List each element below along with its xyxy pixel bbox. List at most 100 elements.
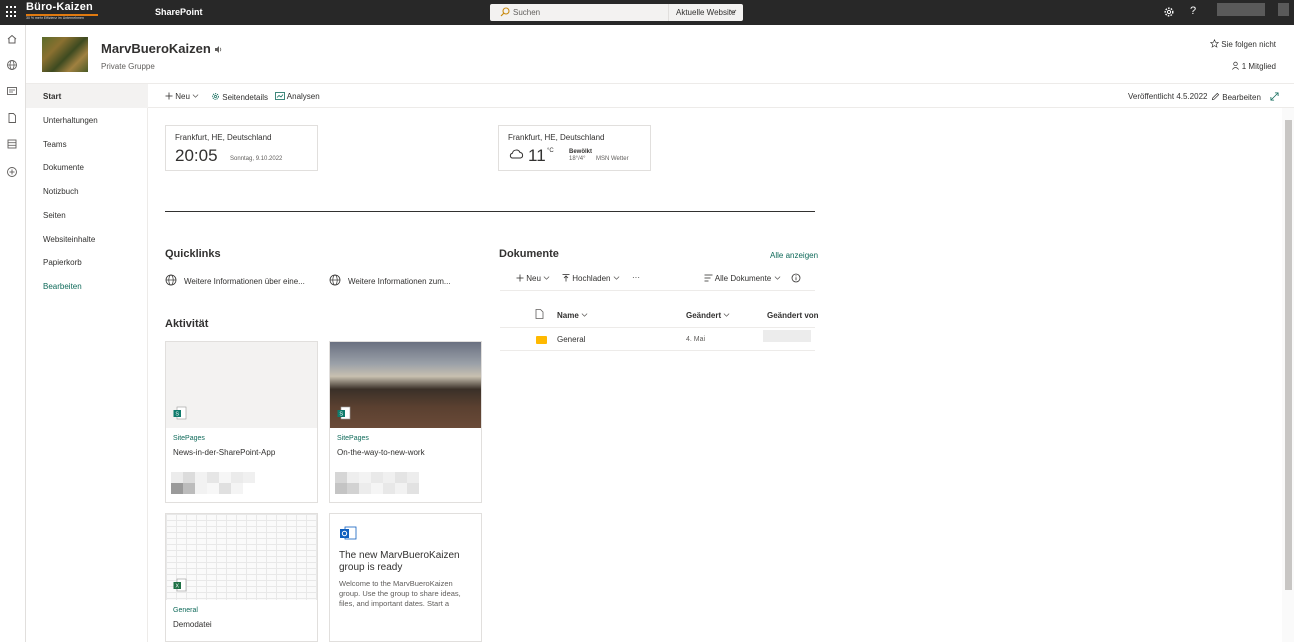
app-name-link[interactable]: SharePoint: [155, 7, 203, 17]
home-icon[interactable]: [6, 33, 18, 45]
card-people-redacted: [171, 472, 255, 495]
doc-row-divider: [500, 350, 815, 351]
document-icon[interactable]: [6, 112, 18, 124]
nav-item-websiteinhalte[interactable]: Websiteinhalte: [26, 227, 148, 251]
new-label: Neu: [175, 92, 190, 101]
column-header-modified[interactable]: Geändert: [686, 311, 730, 320]
nav-item-start[interactable]: Start: [26, 84, 148, 108]
weather-source-link[interactable]: MSN Wetter: [596, 156, 629, 162]
members-button[interactable]: 1 Mitglied: [1231, 61, 1276, 71]
card-photo: [330, 342, 481, 428]
site-title[interactable]: MarvBueroKaizen: [101, 41, 223, 56]
search-scope-dropdown[interactable]: Aktuelle Website: [668, 4, 743, 21]
globe-icon: [329, 274, 341, 286]
see-all-link[interactable]: Alle anzeigen: [770, 251, 818, 260]
nav-edit-link[interactable]: Bearbeiten: [26, 274, 148, 298]
nav-item-seiten[interactable]: Seiten: [26, 203, 148, 227]
more-options-button[interactable]: ···: [632, 273, 640, 282]
plus-icon: [516, 274, 524, 282]
page-details-button[interactable]: Seitendetails: [211, 92, 268, 102]
activity-title: Aktivität: [165, 318, 209, 330]
nav-item-papierkorb[interactable]: Papierkorb: [26, 250, 148, 274]
card-title: On-the-way-to-new-work: [337, 448, 425, 457]
activity-card[interactable]: S SitePages On-the-way-to-new-work: [329, 341, 482, 503]
page-canvas: Frankfurt, HE, Deutschland 20:05 Sonntag…: [148, 108, 1282, 642]
document-name-link[interactable]: General: [557, 335, 585, 344]
globe-icon[interactable]: [6, 59, 18, 71]
analytics-icon: [275, 92, 285, 100]
file-type-icon: [535, 309, 544, 319]
search-input[interactable]: Suchen: [513, 8, 540, 17]
search-box[interactable]: Suchen Aktuelle Website: [490, 4, 743, 21]
nav-item-dokumente[interactable]: Dokumente: [26, 155, 148, 179]
card-thumbnail: [166, 342, 317, 428]
site-title-text: MarvBueroKaizen: [101, 41, 211, 56]
settings-gear-icon[interactable]: [1163, 6, 1175, 18]
avatar[interactable]: [1278, 3, 1289, 16]
new-menu-button[interactable]: Neu: [165, 92, 199, 101]
app-launcher-icon[interactable]: [6, 6, 18, 18]
page-details-label: Seitendetails: [222, 93, 269, 102]
spreadsheet-thumbnail: [166, 514, 317, 600]
company-logo[interactable]: Büro-Kaizen 30 % mehr Effizienz im Unter…: [26, 2, 101, 22]
weather-location: Frankfurt, HE, Deutschland: [508, 133, 605, 142]
view-list-icon: [704, 274, 713, 282]
card-people-redacted: [335, 472, 419, 495]
gear-icon: [212, 93, 219, 100]
column-header-name[interactable]: Name: [557, 311, 588, 320]
doc-new-button[interactable]: Neu: [516, 274, 550, 283]
analytics-button[interactable]: Analysen: [275, 92, 320, 101]
svg-text:X: X: [175, 584, 179, 590]
nav-item-unterhaltungen[interactable]: Unterhaltungen: [26, 108, 148, 132]
svg-text:S: S: [339, 412, 343, 418]
members-label: 1 Mitglied: [1241, 62, 1276, 71]
logo-tagline: 30 % mehr Effizienz im Unternehmen: [26, 16, 84, 20]
activity-card[interactable]: X General Demodatei: [165, 513, 318, 642]
account-name-redacted[interactable]: [1217, 3, 1265, 16]
sharepoint-page-icon: S: [173, 406, 187, 420]
site-navigation: Start Unterhaltungen Teams Dokumente Not…: [26, 84, 148, 642]
column-header-modified-by[interactable]: Geändert von: [767, 311, 819, 320]
card-kind: General: [173, 607, 198, 614]
chevron-down-icon: [774, 276, 780, 280]
group-announcement-card[interactable]: The new MarvBueroKaizen group is ready W…: [329, 513, 482, 642]
site-privacy: Private Gruppe: [101, 62, 155, 71]
list-icon[interactable]: [6, 138, 18, 150]
person-icon: [1231, 61, 1239, 70]
folder-icon: [536, 336, 547, 344]
document-modified: 4. Mai: [686, 336, 706, 343]
svg-text:S: S: [175, 412, 179, 418]
help-icon[interactable]: ?: [1190, 5, 1196, 17]
info-icon[interactable]: [791, 273, 801, 283]
suite-bar: Büro-Kaizen 30 % mehr Effizienz im Unter…: [0, 0, 1294, 25]
upload-button[interactable]: Hochladen: [562, 274, 620, 283]
expand-icon[interactable]: [1270, 92, 1279, 101]
card-kind: SitePages: [173, 435, 205, 442]
weather-temperature: 11: [528, 146, 546, 165]
quicklinks-title: Quicklinks: [165, 248, 221, 260]
card-title: News-in-der-SharePoint-App: [173, 448, 276, 457]
audio-icon[interactable]: [214, 45, 223, 54]
plus-icon: [165, 92, 173, 100]
upload-label: Hochladen: [572, 274, 611, 283]
quicklink-item[interactable]: Weitere Informationen über eine...: [184, 277, 305, 286]
nav-item-notizbuch[interactable]: Notizbuch: [26, 179, 148, 203]
site-header: MarvBueroKaizen Private Gruppe Sie folge…: [26, 25, 1294, 84]
chevron-down-icon: [613, 276, 620, 280]
create-plus-icon[interactable]: [6, 166, 18, 178]
site-logo-image[interactable]: [42, 37, 88, 72]
search-scope-label: Aktuelle Website: [676, 8, 736, 17]
view-label: Alle Dokumente: [714, 274, 772, 283]
nav-item-teams[interactable]: Teams: [26, 132, 148, 156]
view-selector[interactable]: Alle Dokumente: [704, 274, 781, 283]
quicklink-item[interactable]: Weitere Informationen zum...: [348, 277, 451, 286]
activity-card[interactable]: S SitePages News-in-der-SharePoint-App: [165, 341, 318, 503]
weather-webpart: Frankfurt, HE, Deutschland 11 °C Bewölkt…: [498, 125, 651, 171]
excel-icon: X: [173, 578, 187, 592]
page-scrollbar[interactable]: [1282, 108, 1294, 642]
news-icon[interactable]: [6, 85, 18, 97]
follow-button[interactable]: Sie folgen nicht: [1209, 38, 1276, 49]
chevron-down-icon: [581, 313, 588, 317]
page-edit-button[interactable]: Bearbeiten: [1211, 92, 1261, 102]
scrollbar-thumb[interactable]: [1285, 120, 1292, 590]
